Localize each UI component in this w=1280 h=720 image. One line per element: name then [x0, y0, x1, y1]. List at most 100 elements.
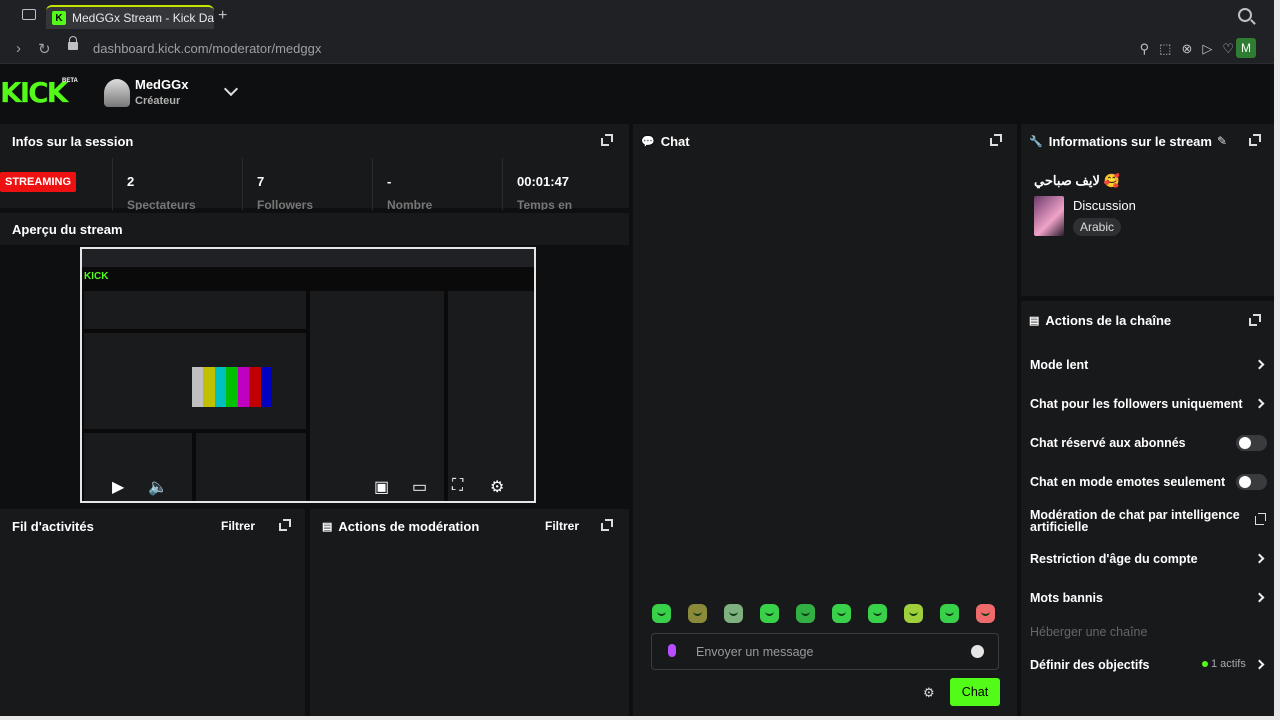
tab-title: MedGGx Stream - Kick Da — [72, 11, 214, 25]
emote-icon[interactable] — [904, 604, 923, 623]
fullscreen-icon[interactable]: ⛶ — [452, 477, 463, 495]
stat-viewers: 2 Spectateurs — [112, 158, 242, 210]
tab-list-icon[interactable] — [22, 9, 36, 20]
url-field[interactable]: dashboard.kick.com/moderator/medggx — [93, 41, 321, 56]
stat-count: - Nombre — [372, 158, 502, 210]
channel-name: MedGGx — [135, 77, 189, 92]
session-info-title: Infos sur la session — [12, 134, 134, 149]
action-slow-mode[interactable]: Mode lent — [1030, 358, 1088, 372]
mod-actions-panel: ▤ Actions de modération Filtrer — [310, 509, 629, 716]
new-tab-button[interactable]: + — [218, 7, 227, 25]
emote-bar — [652, 604, 995, 623]
popout-icon[interactable] — [1249, 134, 1261, 146]
edit-pencil-icon[interactable]: ✎ — [1217, 134, 1227, 148]
subscribers-only-toggle[interactable] — [1236, 435, 1267, 451]
preview-mini-mod — [196, 433, 306, 501]
volume-icon[interactable]: 🔈 — [148, 477, 168, 497]
emotes-only-toggle[interactable] — [1236, 474, 1267, 490]
action-followers-only[interactable]: Chat pour les followers uniquement — [1030, 397, 1243, 411]
preview-mini-actions — [448, 291, 534, 501]
stream-info-title: 🔧 Informations sur le stream — [1029, 134, 1212, 149]
chat-settings-gear-icon[interactable]: ⚙ — [923, 685, 935, 701]
action-subscribers-only: Chat réservé aux abonnés — [1030, 436, 1186, 450]
stream-preview-header: Aperçu du stream — [0, 213, 629, 245]
emote-icon[interactable] — [760, 604, 779, 623]
pip-icon[interactable]: ▣ — [374, 477, 389, 497]
mod-filter-button[interactable]: Filtrer — [545, 519, 579, 533]
preview-mini-chat — [310, 291, 444, 501]
stream-language-tag: Arabic — [1073, 218, 1122, 236]
activity-filter-button[interactable]: Filtrer — [221, 519, 255, 533]
active-dot-icon — [1202, 661, 1208, 668]
lock-icon[interactable] — [68, 36, 78, 50]
heart-icon[interactable]: ♡ — [1222, 41, 1234, 57]
chat-panel: 💬 Chat — [633, 124, 1017, 716]
action-emotes-only: Chat en mode emotes seulement — [1030, 475, 1226, 489]
shield-icon[interactable]: ⊗ — [1181, 41, 1192, 57]
list-icon: ▤ — [1029, 315, 1040, 327]
stat-uptime: 00:01:47 Temps en — [502, 158, 629, 210]
popout-icon[interactable] — [601, 134, 613, 146]
theater-icon[interactable]: ▭ — [412, 477, 427, 497]
emote-icon[interactable] — [724, 604, 743, 623]
screen: K MedGGx Stream - Kick Da + › ↻ dashboar… — [0, 0, 1280, 720]
emote-icon[interactable] — [868, 604, 887, 623]
play-icon[interactable]: ▶ — [112, 477, 124, 497]
goals-count: 1 actifs — [1202, 658, 1246, 670]
stream-category[interactable]: Discussion — [1073, 198, 1136, 213]
emote-icon[interactable] — [832, 604, 851, 623]
chat-bubble-icon: 💬 — [641, 136, 655, 148]
search-tabs-icon[interactable] — [1238, 8, 1252, 22]
pin-icon[interactable]: ⚲ — [1140, 41, 1150, 57]
emote-icon[interactable] — [976, 604, 995, 623]
dashboard-header: KICK BETA MedGGx Créateur — [0, 64, 1274, 122]
action-host-channel: Héberger une chaîne — [1030, 625, 1148, 639]
action-banned-words[interactable]: Mots bannis — [1030, 591, 1103, 605]
reload-icon[interactable]: ↻ — [38, 40, 51, 58]
list-icon: ▤ — [322, 521, 333, 533]
screenshot-icon[interactable]: ⬚ — [1159, 41, 1171, 57]
channel-switch-chevron-down-icon[interactable] — [223, 81, 239, 97]
action-ai-moderation-line2[interactable]: artificielle — [1030, 520, 1088, 534]
preview-mini-session — [84, 291, 306, 329]
activity-feed-panel: Fil d'activités Filtrer — [0, 509, 305, 716]
beta-label: BETA — [62, 78, 78, 84]
wrench-icon: 🔧 — [1029, 136, 1043, 148]
preview-mini-colorbars — [192, 367, 272, 407]
emote-icon[interactable] — [688, 604, 707, 623]
profile-avatar[interactable]: M — [1236, 38, 1256, 58]
forward-icon[interactable]: › — [16, 40, 21, 57]
kick-logo[interactable]: KICK — [0, 79, 68, 107]
stream-preview-video[interactable]: KICK ▶ 🔈 ▣ ▭ ⛶ ⚙ — [80, 247, 536, 503]
emoji-icon[interactable] — [971, 645, 984, 658]
emote-icon[interactable] — [940, 604, 959, 623]
session-info-panel: Infos sur la session STREAMING 2 Spectate… — [0, 124, 629, 210]
popout-icon[interactable] — [990, 134, 1002, 146]
popout-icon[interactable] — [279, 519, 291, 531]
popout-icon[interactable] — [1249, 314, 1261, 326]
browser-tab[interactable]: K MedGGx Stream - Kick Da — [46, 5, 214, 29]
action-set-goals[interactable]: Définir des objectifs — [1030, 658, 1149, 672]
preview-mini-logo: KICK — [84, 271, 109, 282]
preview-mini-browser — [82, 249, 534, 267]
stream-preview-title: Aperçu du stream — [12, 222, 123, 237]
extension-icons: ⚲ ⬚ ⊗ ▷ ♡ — [1140, 41, 1234, 57]
channel-actions-title: ▤ Actions de la chaîne — [1029, 313, 1172, 328]
action-age-restriction[interactable]: Restriction d'âge du compte — [1030, 552, 1198, 566]
stat-followers: 7 Followers — [242, 158, 372, 210]
kick-favicon-icon: K — [52, 11, 66, 25]
mod-actions-title: ▤ Actions de modération — [322, 519, 480, 534]
session-stats: 2 Spectateurs 7 Followers - Nombre 00:01:47… — [0, 158, 616, 210]
settings-icon[interactable]: ⚙ — [490, 477, 504, 497]
microphone-icon[interactable] — [668, 644, 676, 657]
send-icon[interactable]: ▷ — [1202, 41, 1212, 57]
browser-tab-bar: K MedGGx Stream - Kick Da + — [0, 0, 1274, 34]
chat-title: 💬 Chat — [641, 134, 690, 149]
chat-send-button[interactable]: Chat — [950, 678, 1000, 706]
stream-title: لايف صباحي 🥰 — [1034, 173, 1120, 188]
emote-icon[interactable] — [796, 604, 815, 623]
chat-message-input[interactable]: Envoyer un message — [651, 633, 999, 670]
popout-icon[interactable] — [601, 519, 613, 531]
emote-icon[interactable] — [652, 604, 671, 623]
external-link-icon[interactable] — [1255, 513, 1266, 525]
